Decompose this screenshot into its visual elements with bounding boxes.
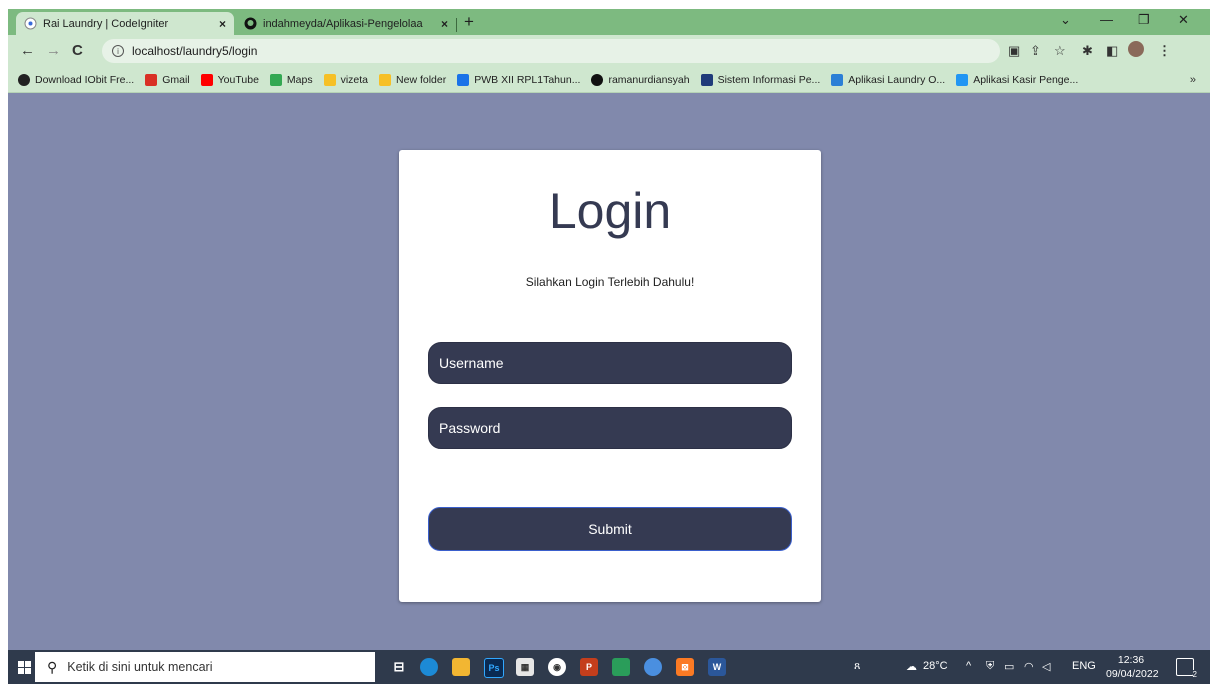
battery-icon[interactable]: ▭ (1004, 660, 1014, 673)
d-logo-icon (700, 73, 713, 86)
bookmark-item[interactable]: Gmail (145, 73, 190, 86)
submit-button[interactable]: Submit (428, 507, 792, 551)
folder-icon (323, 73, 336, 86)
s-logo-icon (956, 73, 969, 86)
notification-count: 2 (1192, 670, 1197, 679)
back-arrow-icon[interactable]: ← (20, 42, 35, 59)
xampp-icon[interactable]: ⊠ (676, 658, 694, 676)
bookmark-item[interactable]: Aplikasi Laundry O... (831, 73, 945, 86)
language-indicator[interactable]: ENG (1072, 660, 1096, 672)
url-text: localhost/laundry5/login (132, 44, 258, 58)
bookmark-item[interactable]: YouTube (200, 73, 259, 86)
minimize-icon[interactable]: — (1100, 12, 1113, 27)
bookmark-item[interactable]: New folder (379, 73, 446, 86)
share-icon[interactable]: ⇪ (1030, 43, 1041, 59)
tray-overflow-icon[interactable]: ^ (966, 660, 971, 672)
iobit-icon (18, 73, 30, 86)
taskbar-search-input[interactable]: ⚲ Ketik di sini untuk mencari (35, 652, 375, 682)
login-subtitle: Silahkan Login Terlebih Dahulu! (525, 275, 695, 289)
weather-icon[interactable]: ☁ (906, 660, 917, 673)
search-icon: ⚲ (47, 658, 58, 675)
bookmark-item[interactable]: ramanurdiansyah (591, 73, 690, 86)
tab-close-icon[interactable]: × (441, 17, 448, 31)
windows-start-icon[interactable] (18, 661, 31, 674)
bookmark-item[interactable]: Maps (269, 73, 313, 86)
weather-temp[interactable]: 28°C (923, 660, 948, 672)
menu-kebab-icon[interactable]: ⋮ (1158, 43, 1171, 59)
powerpoint-icon[interactable]: P (580, 658, 598, 676)
volume-icon[interactable]: ◁ (1042, 660, 1050, 673)
codeigniter-favicon-icon (24, 17, 37, 30)
side-panel-icon[interactable]: ◧ (1106, 43, 1118, 59)
laundry-app-icon (831, 73, 844, 86)
profile-avatar[interactable] (1128, 41, 1144, 57)
wifi-icon[interactable]: ◠ (1024, 660, 1034, 673)
extensions-icon[interactable]: ✱ (1082, 43, 1093, 59)
address-bar-row: ← → C i localhost/laundry5/login ▣ ⇪ ☆ ✱… (8, 35, 1210, 67)
tab-title: Rai Laundry | CodeIgniter (43, 17, 169, 30)
tab-close-icon[interactable]: × (219, 17, 226, 31)
tab-bar: Rai Laundry | CodeIgniter × indahmeyda/A… (8, 9, 1210, 35)
meet-icon[interactable] (612, 658, 630, 676)
github-icon (591, 73, 604, 86)
password-input[interactable]: Password (428, 407, 792, 449)
bookmark-item[interactable]: Aplikasi Kasir Penge... (956, 73, 1078, 86)
reload-icon[interactable]: C (72, 42, 83, 59)
clock-date: 09/04/2022 (1106, 668, 1159, 680)
tab-title: indahmeyda/Aplikasi-Pengelolaa (263, 17, 423, 30)
tab-separator (456, 18, 457, 32)
file-explorer-icon[interactable] (452, 658, 470, 676)
bookmark-item[interactable]: Download IObit Fre... (18, 73, 134, 86)
more-bookmarks-icon[interactable]: » (1190, 74, 1196, 86)
security-icon[interactable]: ⛨ (986, 660, 994, 673)
login-title: Login (548, 183, 672, 239)
task-view-icon[interactable]: ⊟ (390, 658, 408, 676)
gmail-icon (145, 73, 158, 86)
bookmark-item[interactable]: vizeta (323, 73, 368, 86)
classroom-icon (457, 73, 470, 86)
store-icon[interactable]: ▦ (516, 658, 534, 676)
search-placeholder: Ketik di sini untuk mencari (67, 660, 213, 674)
restore-icon[interactable]: ❐ (1138, 12, 1150, 28)
page-background: Login Silahkan Login Terlebih Dahulu! Us… (8, 93, 1210, 650)
site-info-icon[interactable]: i (112, 45, 124, 57)
close-window-icon[interactable]: ✕ (1178, 12, 1189, 28)
maps-icon (269, 73, 282, 86)
forward-arrow-icon[interactable]: → (46, 42, 61, 59)
word-icon[interactable]: W (708, 658, 726, 676)
bookmark-star-icon[interactable]: ☆ (1054, 43, 1066, 59)
browser-window: Rai Laundry | CodeIgniter × indahmeyda/A… (0, 0, 1210, 684)
folder-icon (379, 73, 392, 86)
translate-icon[interactable]: ▣ (1008, 43, 1020, 59)
people-icon[interactable]: ጸ (854, 660, 860, 673)
tab-rai-laundry[interactable]: Rai Laundry | CodeIgniter × (16, 12, 234, 35)
bookmark-item[interactable]: PWB XII RPL1Tahun... (457, 73, 580, 86)
tab-github[interactable]: indahmeyda/Aplikasi-Pengelolaa × (236, 12, 456, 35)
media-player-icon[interactable]: ◉ (548, 658, 566, 676)
clock-time: 12:36 (1117, 654, 1145, 666)
bookmarks-bar: Download IObit Fre... Gmail YouTube Maps… (8, 67, 1210, 93)
bookmark-item[interactable]: Sistem Informasi Pe... (700, 73, 820, 86)
github-favicon-icon (244, 17, 257, 30)
new-tab-button[interactable]: + (464, 12, 474, 32)
notification-center-icon[interactable]: 2 (1176, 658, 1197, 679)
tab-search-chevron-icon[interactable]: ⌄ (1060, 12, 1071, 28)
username-input[interactable]: Username (428, 342, 792, 384)
photoshop-icon[interactable]: Ps (484, 658, 504, 678)
youtube-icon (200, 73, 213, 86)
windows-taskbar: ⚲ Ketik di sini untuk mencari ⊟ Ps ▦ ◉ P… (8, 650, 1210, 684)
url-field[interactable]: i localhost/laundry5/login (102, 39, 1000, 63)
edge-browser-icon[interactable] (420, 658, 438, 676)
login-card: Login Silahkan Login Terlebih Dahulu! Us… (399, 150, 821, 602)
chrome-icon[interactable] (644, 658, 662, 676)
clock[interactable]: 12:36 09/04/2022 (1106, 653, 1159, 681)
